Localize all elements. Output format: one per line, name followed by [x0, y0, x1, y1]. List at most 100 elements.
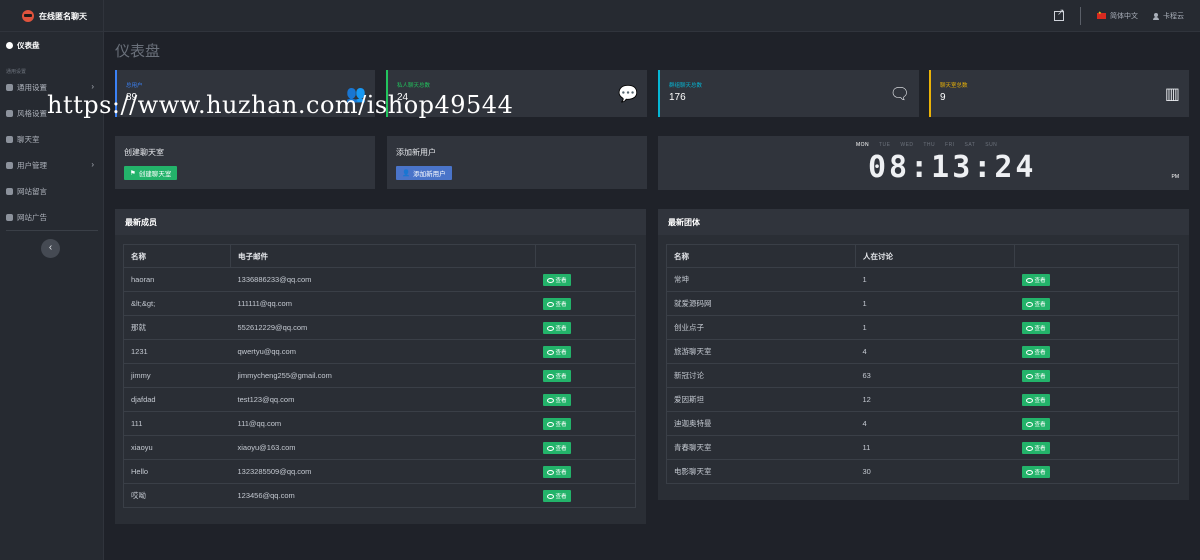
view-button[interactable]: 查看 — [542, 321, 571, 334]
sidebar-item-label: 仪表盘 — [17, 40, 40, 50]
view-label: 查看 — [1034, 469, 1046, 476]
view-label: 查看 — [555, 493, 567, 500]
groups-table-body: 常坤 1 查看 就爱源码网 1 查看 创业点子 1 查看 旅游聊天室 4 查看 新冠讨论 63 查看 爱因斯坦… — [666, 267, 1179, 484]
view-button[interactable]: 查看 — [1021, 441, 1050, 454]
view-label: 查看 — [555, 277, 567, 284]
cell-count: 4 — [855, 339, 1015, 364]
view-label: 查看 — [1034, 373, 1046, 380]
view-button[interactable]: 查看 — [1021, 417, 1050, 430]
members-table: 名称 电子邮件 haoran 1336886233@qq.com 查看 &lt;&gt… — [123, 244, 636, 508]
cell-email: 111111@qq.com — [230, 291, 536, 316]
cell-name: 111 — [123, 411, 231, 436]
dashboard-icon — [6, 41, 13, 49]
language-selector[interactable]: 简体中文 — [1097, 10, 1138, 21]
column-header — [535, 244, 636, 268]
view-label: 查看 — [1034, 397, 1046, 404]
cell-name: Hello — [123, 459, 231, 484]
panel-header: 最新成员 — [115, 209, 646, 235]
view-button[interactable]: 查看 — [542, 273, 571, 286]
view-button[interactable]: 查看 — [542, 345, 571, 358]
add-user-card: 添加新用户 👤 添加新用户 — [387, 136, 647, 189]
sidebar-item-user-management[interactable]: 用户管理 › — [6, 157, 98, 173]
view-label: 查看 — [555, 469, 567, 476]
view-button[interactable]: 查看 — [1021, 297, 1050, 310]
cell-count: 63 — [855, 363, 1015, 388]
weekday-sat: SAT — [964, 142, 976, 148]
view-button[interactable]: 查看 — [1021, 465, 1050, 478]
cell-action: 查看 — [1014, 387, 1179, 412]
brand[interactable]: 在线匿名聊天 — [0, 0, 104, 32]
view-button[interactable]: 查看 — [542, 441, 571, 454]
column-header: 名称 — [666, 244, 856, 268]
cell-action: 查看 — [1014, 339, 1179, 364]
eye-icon — [1025, 421, 1033, 427]
view-button[interactable]: 查看 — [1021, 393, 1050, 406]
sidebar-item-dashboard[interactable]: 仪表盘 — [6, 37, 98, 53]
table-row: 迪迦奥特曼 4 查看 — [666, 411, 1179, 436]
view-label: 查看 — [555, 421, 567, 428]
cell-name: 哎呦 — [123, 483, 231, 508]
view-button[interactable]: 查看 — [542, 393, 571, 406]
view-button[interactable]: 查看 — [542, 417, 571, 430]
cell-action: 查看 — [535, 459, 636, 484]
view-label: 查看 — [555, 301, 567, 308]
cell-email: 123456@qq.com — [230, 483, 536, 508]
clock-time: 08:13:24 — [868, 150, 1037, 185]
external-link-icon[interactable] — [1054, 7, 1065, 21]
latest-members-panel: 最新成员 名称 电子邮件 haoran 1336886233@qq.com 查看 &l… — [115, 209, 646, 524]
eye-icon — [546, 397, 554, 403]
cell-name: 就爱源码网 — [666, 291, 856, 316]
table-header-row: 名称 人在讨论 — [666, 244, 1179, 268]
table-row: 1231 qwertyu@qq.com 查看 — [123, 339, 636, 364]
add-user-button[interactable]: 👤 添加新用户 — [396, 166, 452, 180]
create-room-card: 创建聊天室 ⚑ 创建聊天室 — [115, 136, 375, 189]
sidebar-item-site-ads[interactable]: 网站广告 — [6, 209, 98, 225]
cell-count: 1 — [855, 291, 1015, 316]
paint-icon — [6, 109, 13, 117]
card-title: 添加新用户 — [396, 148, 436, 157]
table-row: 就爱源码网 1 查看 — [666, 291, 1179, 316]
cell-name: 新冠讨论 — [666, 363, 856, 388]
cell-email: qwertyu@qq.com — [230, 339, 536, 364]
divider — [1080, 7, 1081, 25]
message-icon — [6, 187, 13, 195]
cell-action: 查看 — [1014, 315, 1179, 340]
top-bar: 在线匿名聊天 简体中文 卡程云 — [0, 0, 1200, 32]
table-row: jimmy jimmycheng255@gmail.com 查看 — [123, 363, 636, 388]
user-icon — [1153, 12, 1159, 20]
view-button[interactable]: 查看 — [1021, 369, 1050, 382]
view-button[interactable]: 查看 — [1021, 345, 1050, 358]
top-right-menu: 简体中文 卡程云 — [1054, 0, 1200, 32]
eye-icon — [1025, 349, 1033, 355]
view-label: 查看 — [1034, 445, 1046, 452]
view-label: 查看 — [555, 373, 567, 380]
user-menu[interactable]: 卡程云 — [1153, 11, 1184, 21]
view-button[interactable]: 查看 — [1021, 321, 1050, 334]
stat-label: 私人聊天总数 — [397, 83, 431, 89]
cell-name: jimmy — [123, 363, 231, 388]
cell-email: jimmycheng255@gmail.com — [230, 363, 536, 388]
cell-action: 查看 — [535, 435, 636, 460]
view-button[interactable]: 查看 — [1021, 273, 1050, 286]
view-label: 查看 — [1034, 277, 1046, 284]
sidebar-collapse-button[interactable]: ‹ — [41, 239, 60, 258]
table-row: Hello 1323285509@qq.com 查看 — [123, 459, 636, 484]
sidebar-item-chat-rooms[interactable]: 聊天室 — [6, 131, 98, 147]
cell-action: 查看 — [535, 411, 636, 436]
view-button[interactable]: 查看 — [542, 489, 571, 502]
weekday-tue: TUE — [878, 142, 891, 148]
create-room-button[interactable]: ⚑ 创建聊天室 — [124, 166, 178, 180]
weekday-thu: THU — [923, 142, 936, 148]
button-label: 添加新用户 — [413, 171, 446, 178]
stat-label: 聊天室总数 — [940, 83, 968, 89]
cell-count: 4 — [855, 411, 1015, 436]
sidebar-item-label: 网站广告 — [17, 212, 47, 222]
cell-action: 查看 — [1014, 363, 1179, 388]
table-row: &lt;&gt; 111111@qq.com 查看 — [123, 291, 636, 316]
eye-icon — [1025, 301, 1033, 307]
view-button[interactable]: 查看 — [542, 465, 571, 478]
view-button[interactable]: 查看 — [542, 297, 571, 310]
view-button[interactable]: 查看 — [542, 369, 571, 382]
sidebar-item-site-messages[interactable]: 网站留言 — [6, 183, 98, 199]
building-icon: ▥ — [1164, 86, 1180, 103]
